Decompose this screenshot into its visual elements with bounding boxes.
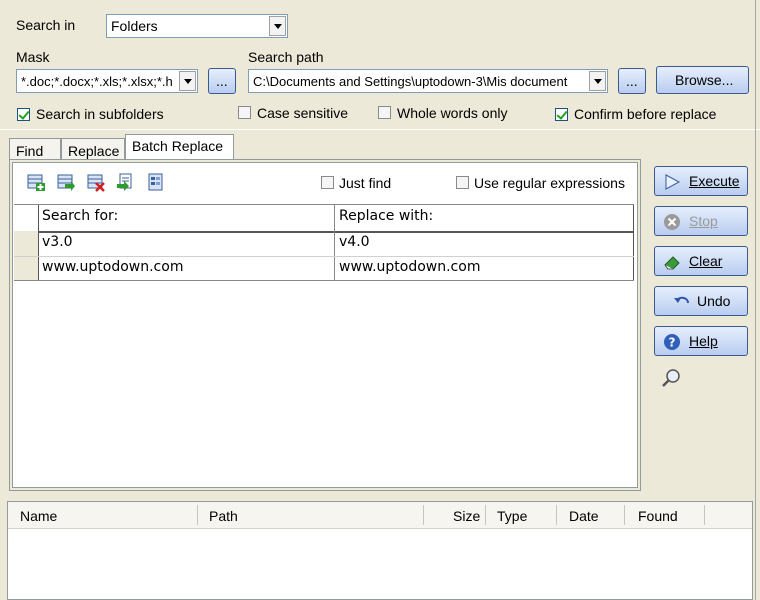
tab-replace-label: Replace <box>68 143 120 159</box>
tab-batch-replace-label: Batch Replace <box>132 138 224 154</box>
column-replace-with[interactable]: Replace with: <box>339 208 433 224</box>
just-find-checkbox[interactable] <box>321 176 334 189</box>
execute-label: Execute <box>689 173 740 189</box>
help-button[interactable]: ? Help <box>654 326 748 356</box>
subfolders-checkbox[interactable] <box>17 108 30 121</box>
regex-label: Use regular expressions <box>474 175 625 191</box>
browse-label: Browse... <box>675 72 734 88</box>
mask-browse-label: ... <box>216 73 228 89</box>
window-edge <box>755 0 756 600</box>
import-list-icon[interactable] <box>116 172 136 192</box>
header-divider <box>197 505 198 525</box>
tab-find-label: Find <box>16 143 44 159</box>
undo-label: Undo <box>697 293 731 309</box>
search-path-combo[interactable]: C:\Documents and Settings\uptodown-3\Mis… <box>248 69 608 93</box>
row-search-cell[interactable]: www.uptodown.com <box>42 259 183 275</box>
mask-browse-button[interactable]: ... <box>208 68 236 94</box>
header-divider <box>624 505 625 525</box>
case-sensitive-checkbox[interactable] <box>238 106 251 119</box>
export-list-icon[interactable] <box>146 172 166 192</box>
delete-row-icon[interactable] <box>86 172 106 192</box>
search-in-value: Folders <box>111 18 158 34</box>
column-name[interactable]: Name <box>20 508 57 524</box>
stop-icon <box>664 214 680 230</box>
mask-combo[interactable]: *.doc;*.docx;*.xls;*.xlsx;*.h <box>16 69 198 93</box>
mask-label: Mask <box>16 49 50 65</box>
execute-button[interactable]: Execute <box>654 166 748 196</box>
clear-button[interactable]: Clear <box>654 246 748 276</box>
subfolders-label: Search in subfolders <box>36 106 164 122</box>
just-find-label: Just find <box>339 175 392 191</box>
header-divider <box>485 505 486 525</box>
search-path-label: Search path <box>248 49 324 65</box>
header-divider <box>423 505 424 525</box>
whole-words-checkbox[interactable] <box>378 106 391 119</box>
top-separator <box>0 129 760 130</box>
whole-words-label: Whole words only <box>397 105 508 121</box>
clear-label: Clear <box>689 253 723 269</box>
stop-button[interactable]: Stop <box>654 206 748 236</box>
add-row-icon[interactable] <box>26 172 46 192</box>
chevron-down-icon[interactable] <box>589 71 606 91</box>
row-replace-cell[interactable]: v4.0 <box>339 234 370 250</box>
undo-button[interactable]: Undo <box>654 286 748 316</box>
search-path-value: C:\Documents and Settings\uptodown-3\Mis… <box>253 74 568 89</box>
column-type[interactable]: Type <box>497 508 527 524</box>
tab-batch-replace[interactable]: Batch Replace <box>125 134 234 160</box>
tab-replace[interactable]: Replace <box>61 138 125 160</box>
column-found[interactable]: Found <box>638 508 678 524</box>
search-in-label: Search in <box>16 17 76 33</box>
table-row[interactable]: www.uptodown.com www.uptodown.com <box>39 257 633 281</box>
stop-label: Stop <box>689 213 718 229</box>
search-path-ellipsis-button[interactable]: ... <box>618 68 646 94</box>
column-search-for[interactable]: Search for: <box>42 208 118 224</box>
header-divider <box>704 505 705 525</box>
mask-value: *.doc;*.docx;*.xls;*.xlsx;*.h <box>21 74 173 89</box>
svg-text:?: ? <box>669 336 676 350</box>
eraser-icon <box>664 256 680 270</box>
insert-row-icon[interactable] <box>56 172 76 192</box>
search-path-ellipsis-label: ... <box>626 73 638 89</box>
confirm-replace-label: Confirm before replace <box>574 106 717 122</box>
chevron-down-icon[interactable] <box>269 16 286 36</box>
table-row[interactable]: v3.0 v4.0 <box>39 232 633 256</box>
magnifier-icon[interactable] <box>661 367 683 389</box>
help-label: Help <box>689 333 718 349</box>
case-sensitive-label: Case sensitive <box>257 105 349 121</box>
column-size[interactable]: Size <box>453 508 480 524</box>
help-icon: ? <box>664 334 680 350</box>
chevron-down-icon[interactable] <box>179 71 196 91</box>
tab-find[interactable]: Find <box>9 138 61 160</box>
undo-icon <box>674 296 689 304</box>
column-date[interactable]: Date <box>569 508 599 524</box>
row-replace-cell[interactable]: www.uptodown.com <box>339 259 480 275</box>
row-search-cell[interactable]: v3.0 <box>42 234 73 250</box>
confirm-replace-checkbox[interactable] <box>555 108 568 121</box>
column-path[interactable]: Path <box>209 508 238 524</box>
play-icon <box>665 174 681 190</box>
search-in-combo[interactable]: Folders <box>106 14 288 38</box>
browse-button[interactable]: Browse... <box>656 66 749 94</box>
grid-right-edge <box>633 205 634 281</box>
batch-grid: Search for: Replace with: v3.0 v4.0 www.… <box>14 204 634 281</box>
regex-checkbox[interactable] <box>456 176 469 189</box>
header-divider <box>556 505 557 525</box>
